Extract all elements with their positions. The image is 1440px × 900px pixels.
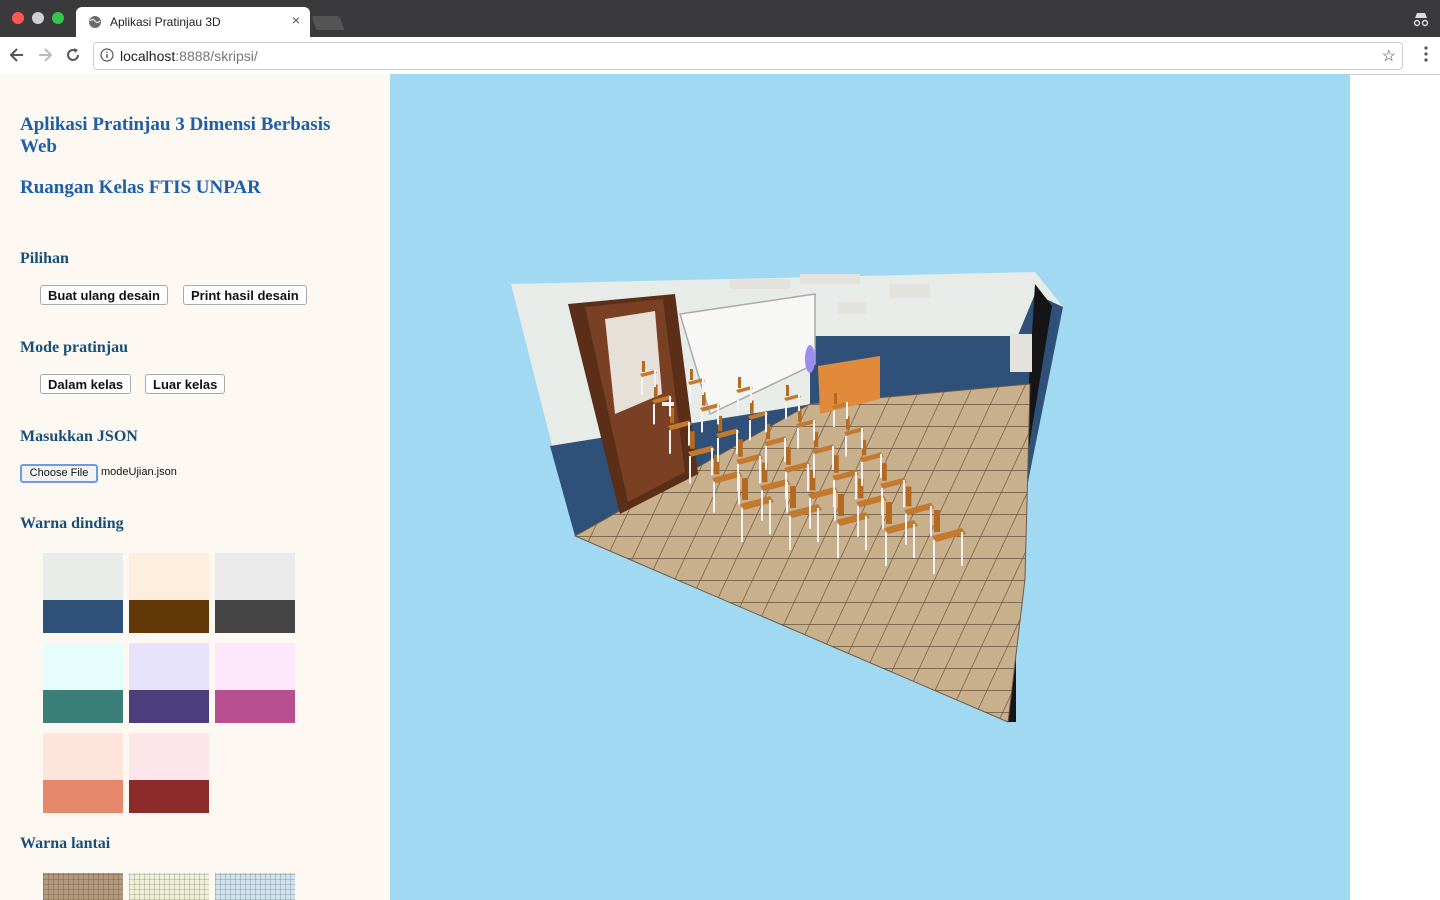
json-heading: Masukkan JSON (20, 428, 138, 445)
speaker (1010, 334, 1032, 372)
chair-back (690, 431, 695, 449)
teacher-chair (805, 345, 815, 373)
browser-titlebar: Aplikasi Pratinjau 3D × (0, 0, 1440, 37)
wall-color-heading: Warna dinding (20, 515, 124, 532)
chair-back (738, 439, 743, 457)
reload-icon[interactable] (63, 45, 83, 65)
address-bar[interactable]: localhost:8888/skripsi/ ☆ (93, 42, 1403, 70)
more-menu-icon[interactable] (1424, 45, 1428, 63)
swatch-lower-color (43, 690, 123, 723)
swatch-upper-color (43, 553, 123, 600)
chair-back (642, 361, 645, 372)
incognito-icon (1413, 13, 1429, 27)
choose-file-button[interactable]: Choose File (20, 464, 98, 483)
forward-arrow-icon[interactable] (35, 45, 55, 65)
door-handle (662, 402, 674, 406)
chair-back (886, 502, 892, 524)
floor-color-heading: Warna lantai (20, 835, 111, 852)
chair-back (786, 385, 789, 396)
ceiling-lamp (890, 284, 930, 298)
info-icon[interactable] (100, 48, 114, 62)
swatch-upper-color (43, 733, 123, 780)
url-path: :8888/skripsi/ (175, 48, 258, 64)
swatch-upper-color (129, 643, 209, 690)
preview-mode-heading: Mode pratinjau (20, 339, 128, 356)
chair-back (838, 494, 844, 516)
chair-back (790, 486, 796, 508)
swatch-lower-color (129, 600, 209, 633)
wall-color-swatch[interactable] (129, 733, 209, 813)
room-title: Ruangan Kelas FTIS UNPAR (20, 177, 261, 198)
control-sidebar: Aplikasi Pratinjau 3 Dimensi Berbasis We… (0, 74, 390, 900)
bookmark-star-icon[interactable]: ☆ (1382, 46, 1396, 66)
classroom-3d-render[interactable] (390, 74, 1350, 900)
swatch-lower-color (43, 780, 123, 813)
inside-class-button[interactable]: Dalam kelas (40, 374, 132, 394)
outside-class-button[interactable]: Luar kelas (145, 374, 226, 394)
floor-color-swatch[interactable] (129, 873, 209, 900)
wall-color-swatch[interactable] (129, 643, 209, 723)
swatch-upper-color (43, 643, 123, 690)
projector (838, 302, 866, 314)
swatch-lower-color (215, 600, 295, 633)
chair-back (834, 393, 837, 404)
options-heading: Pilihan (20, 250, 69, 267)
swatch-lower-color (215, 690, 295, 723)
wall-color-swatch[interactable] (43, 643, 123, 723)
app-title: Aplikasi Pratinjau 3 Dimensi Berbasis We… (20, 114, 331, 157)
chair-back (934, 510, 940, 532)
swatch-upper-color (215, 643, 295, 690)
globe-icon (89, 16, 101, 28)
swatch-upper-color (129, 733, 209, 780)
wall-color-swatch[interactable] (215, 643, 295, 723)
tab-close-icon[interactable]: × (292, 12, 300, 28)
wall-color-swatch[interactable] (43, 553, 123, 633)
browser-tab[interactable]: Aplikasi Pratinjau 3D × (76, 7, 310, 37)
chair-back (738, 377, 741, 388)
swatch-lower-color (129, 690, 209, 723)
wall-color-swatch[interactable] (43, 733, 123, 813)
floor-color-swatch[interactable] (215, 873, 295, 900)
browser-toolbar: localhost:8888/skripsi/ ☆ (0, 37, 1440, 75)
maximize-window-button[interactable] (52, 12, 64, 24)
file-name: modeUjian.json (101, 466, 177, 478)
tab-title: Aplikasi Pratinjau 3D (110, 15, 221, 29)
swatch-upper-color (215, 553, 295, 600)
wall-color-swatch[interactable] (215, 553, 295, 633)
redo-design-button[interactable]: Buat ulang desain (40, 285, 168, 305)
chair-back (690, 369, 693, 380)
url-host: localhost (120, 48, 176, 64)
chair-back (786, 447, 791, 465)
wall-color-swatch[interactable] (129, 553, 209, 633)
print-design-button[interactable]: Print hasil desain (183, 285, 307, 305)
swatch-upper-color (129, 553, 209, 600)
ceiling-lamp (730, 279, 790, 289)
close-window-button[interactable] (12, 12, 24, 24)
swatch-lower-color (43, 600, 123, 633)
chair-back (742, 478, 748, 500)
chair-back (834, 455, 839, 473)
chair-back (882, 463, 887, 481)
new-tab-button[interactable] (311, 16, 345, 30)
minimize-window-button[interactable] (32, 12, 44, 24)
url-text: localhost:8888/skripsi/ (120, 48, 258, 64)
swatch-lower-color (129, 780, 209, 813)
floor-color-swatch[interactable] (43, 873, 123, 900)
back-arrow-icon[interactable] (7, 45, 27, 65)
ceiling-lamp (800, 274, 860, 284)
3d-viewport[interactable] (390, 74, 1350, 900)
chair-back (906, 486, 912, 507)
